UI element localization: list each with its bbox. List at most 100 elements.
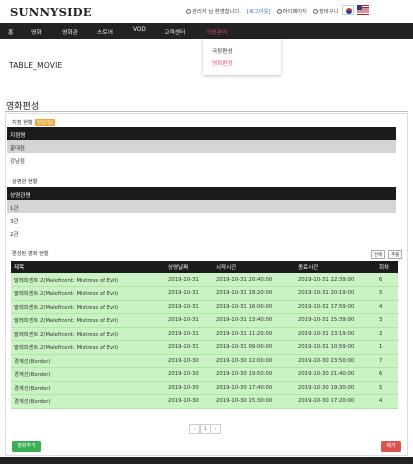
cell-round: 2 bbox=[376, 327, 398, 341]
cell-round: 3 bbox=[376, 313, 398, 328]
schedule-table-header: 제목 상영날짜 시작시간 종료시간 회차 bbox=[11, 261, 398, 273]
cell-title: 말레피센트 2(Maleficent: Mistress of Evil) bbox=[11, 300, 165, 314]
user-greeting: 관리자 님 환영합니다. bbox=[186, 7, 241, 15]
cell-title: 경계선(Border) bbox=[11, 367, 165, 382]
cell-date: 2019-10-31 bbox=[165, 286, 213, 301]
branch-row-hongdae[interactable]: 홍대점 bbox=[7, 140, 396, 153]
table-row[interactable]: 말레피센트 2(Maleficent: Mistress of Evil) 201… bbox=[11, 300, 398, 314]
branch-row-gangnam[interactable]: 강남점 bbox=[7, 153, 396, 166]
pagination-next[interactable]: › bbox=[210, 424, 222, 434]
cell-date: 2019-10-31 bbox=[165, 273, 213, 287]
mypage-link[interactable]: 마이페이지 bbox=[276, 7, 307, 15]
cell-start: 2019-10-30 17:40:00 bbox=[213, 381, 295, 395]
cell-start: 2019-10-31 16:00:00 bbox=[213, 300, 295, 314]
cell-round: 4 bbox=[376, 300, 398, 314]
nav-item-support[interactable]: 고객센터 bbox=[164, 27, 185, 36]
nav-item-theater[interactable]: 영화관 bbox=[62, 27, 78, 36]
branch-section-label: 지점 현황 영업지점 bbox=[12, 119, 55, 127]
nav-item-store[interactable]: 스토어 bbox=[97, 27, 113, 36]
cell-date: 2019-10-30 bbox=[165, 381, 213, 395]
add-movie-button[interactable]: 영화추가 bbox=[12, 441, 41, 452]
pagination-page-1[interactable]: 1 bbox=[199, 424, 211, 434]
screens-list-header: 상영관명 bbox=[7, 187, 396, 200]
user-icon bbox=[186, 9, 191, 14]
table-row[interactable]: 경계선(Border) 2019-10-30 2019-10-30 17:40:00… bbox=[11, 381, 398, 395]
cell-title: 말레피센트 2(Maleficent: Mistress of Evil) bbox=[11, 313, 165, 328]
cell-round: 5 bbox=[376, 286, 398, 301]
cell-end: 2019-10-31 10:59:00 bbox=[295, 340, 376, 355]
cell-title: 경계선(Border) bbox=[11, 381, 165, 395]
screens-section-label: 상영관 현황 bbox=[12, 179, 38, 185]
column-start: 시작시간 bbox=[213, 261, 295, 273]
table-row[interactable]: 말레피센트 2(Maleficent: Mistress of Evil) 201… bbox=[11, 273, 398, 287]
nav-item-movie[interactable]: 영화 bbox=[31, 27, 42, 36]
pagination: ‹ 1 › bbox=[189, 424, 222, 434]
us-flag-icon[interactable] bbox=[357, 5, 369, 15]
screen-row-1[interactable]: 1관 bbox=[7, 200, 396, 213]
schedule-filter-buttons: 전체 추출 bbox=[371, 250, 403, 259]
site-logo[interactable]: SUNNYSIDE bbox=[10, 5, 92, 19]
cell-round: 7 bbox=[376, 354, 398, 368]
table-row[interactable]: 말레피센트 2(Maleficent: Mistress of Evil) 201… bbox=[11, 340, 398, 355]
korean-flag-icon[interactable] bbox=[342, 5, 354, 15]
cell-date: 2019-10-30 bbox=[165, 394, 213, 409]
column-end: 종료시간 bbox=[295, 261, 376, 273]
cell-end: 2019-10-30 23:50:00 bbox=[295, 354, 376, 368]
cart-link[interactable]: 장바구니 bbox=[312, 7, 338, 15]
top-header: SUNNYSIDE 관리자 님 환영합니다. [로그아웃] 마이페이지 장바구니 bbox=[0, 0, 413, 24]
cell-date: 2019-10-30 bbox=[165, 354, 213, 368]
table-row[interactable]: 말레피센트 2(Maleficent: Mistress of Evil) 201… bbox=[11, 327, 398, 341]
cell-start: 2019-10-31 18:20:00 bbox=[213, 286, 295, 301]
branch-list-header: 지점명 bbox=[7, 127, 396, 140]
mypage-icon bbox=[276, 9, 282, 14]
cell-round: 5 bbox=[376, 381, 398, 395]
show-all-button[interactable]: 전체 bbox=[371, 250, 386, 259]
delete-button[interactable]: 제거 bbox=[381, 441, 401, 452]
table-row[interactable]: 경계선(Border) 2019-10-30 2019-10-30 15:30:00… bbox=[11, 394, 398, 409]
cell-start: 2019-10-30 15:30:00 bbox=[213, 394, 295, 409]
screens-list: 상영관명 1관 3관 2관 bbox=[7, 187, 396, 239]
table-row[interactable]: 말레피센트 2(Maleficent: Mistress of Evil) 201… bbox=[11, 313, 398, 328]
pagination-prev[interactable]: ‹ bbox=[189, 424, 201, 434]
cell-date: 2019-10-31 bbox=[165, 340, 213, 355]
table-row[interactable]: 경계선(Border) 2019-10-30 2019-10-30 22:00:00… bbox=[11, 354, 398, 368]
cell-start: 2019-10-30 19:50:00 bbox=[213, 367, 295, 382]
cell-start: 2019-10-31 09:00:00 bbox=[213, 340, 295, 355]
cell-title: 경계선(Border) bbox=[11, 354, 165, 368]
cell-start: 2019-10-31 13:40:00 bbox=[213, 313, 295, 328]
title-divider bbox=[5, 111, 408, 112]
cell-title: 말레피센트 2(Maleficent: Mistress of Evil) bbox=[11, 340, 165, 355]
branch-list: 지점명 홍대점 강남점 bbox=[7, 127, 396, 166]
cell-start: 2019-10-31 20:40:00 bbox=[213, 273, 295, 287]
main-nav: 홈 영화 영화관 스토어 VOD 고객센터 극장관리 bbox=[0, 23, 413, 39]
dropdown-item-theater-schedule[interactable]: 극장편성 bbox=[212, 47, 233, 55]
extract-button[interactable]: 추출 bbox=[388, 250, 403, 259]
cell-round: 6 bbox=[376, 273, 398, 287]
cell-end: 2019-10-31 17:59:00 bbox=[295, 300, 376, 314]
cart-icon bbox=[312, 9, 318, 14]
schedule-section-label: 편성된 영화 현황 bbox=[12, 251, 49, 257]
screen-row-2[interactable]: 2관 bbox=[7, 226, 396, 239]
cell-round: 6 bbox=[376, 367, 398, 382]
nav-dropdown-menu: 극장편성 영화편성 bbox=[203, 39, 281, 75]
cell-end: 2019-10-31 15:39:00 bbox=[295, 313, 376, 328]
screen-row-3[interactable]: 3관 bbox=[7, 213, 396, 226]
cell-date: 2019-10-31 bbox=[165, 313, 213, 328]
cell-round: 4 bbox=[376, 394, 398, 409]
branch-status-badge: 영업지점 bbox=[34, 119, 55, 127]
nav-item-vod[interactable]: VOD bbox=[133, 27, 146, 33]
cell-end: 2019-10-31 22:39:00 bbox=[295, 273, 376, 287]
cell-title: 경계선(Border) bbox=[11, 394, 165, 409]
cell-end: 2019-10-30 21:40:00 bbox=[295, 367, 376, 382]
logout-link[interactable]: [로그아웃] bbox=[247, 7, 271, 15]
footer-bar bbox=[0, 457, 413, 464]
cell-date: 2019-10-31 bbox=[165, 300, 213, 314]
table-row[interactable]: 경계선(Border) 2019-10-30 2019-10-30 19:50:00… bbox=[11, 367, 398, 382]
dropdown-item-movie-schedule[interactable]: 영화편성 bbox=[212, 59, 233, 67]
nav-item-home[interactable]: 홈 bbox=[8, 27, 13, 36]
table-row[interactable]: 말레피센트 2(Maleficent: Mistress of Evil) 201… bbox=[11, 286, 398, 301]
nav-item-theater-admin[interactable]: 극장관리 bbox=[206, 27, 227, 36]
column-date: 상영날짜 bbox=[165, 261, 213, 273]
cell-title: 말레피센트 2(Maleficent: Mistress of Evil) bbox=[11, 273, 165, 287]
cell-end: 2019-10-30 17:20:00 bbox=[295, 394, 376, 409]
